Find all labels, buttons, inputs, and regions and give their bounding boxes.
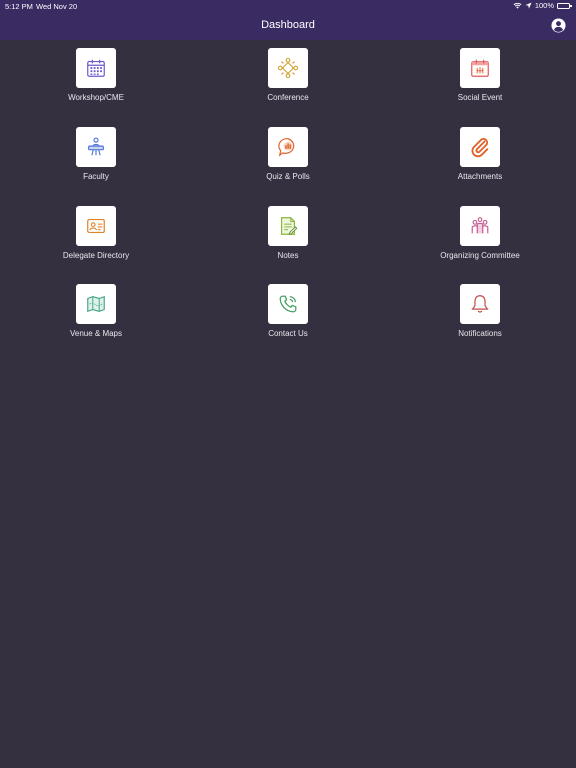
tile-label: Notes [277,251,299,260]
status-bar: 5:12 PM Wed Nov 20 100% [0,0,576,12]
profile-icon[interactable] [551,18,566,33]
tile-label: Contact Us [268,329,308,338]
tile-label: Conference [267,93,309,102]
tile-icon-box [460,48,500,88]
paperclip-icon [471,138,489,158]
id-card-icon [87,218,105,234]
tile-faculty[interactable]: Faculty [36,127,156,181]
tile-social-event[interactable]: Social Event [420,48,540,102]
wifi-icon [513,2,522,9]
tile-delegate-directory[interactable]: Delegate Directory [36,206,156,260]
tile-label: Delegate Directory [62,251,130,260]
tile-label: Organizing Committee [440,251,520,260]
phone-icon [279,295,297,313]
tile-icon-box [76,284,116,324]
tile-conference[interactable]: Conference [228,48,348,102]
page-title: Dashboard [261,19,315,31]
tile-icon-box [268,127,308,167]
tile-icon-box [268,48,308,88]
faculty-lectern-icon [88,137,104,156]
tile-workshop-cme[interactable]: Workshop/CME [36,48,156,102]
tile-contact-us[interactable]: Contact Us [228,284,348,338]
committee-people-icon [471,217,489,234]
battery-icon [557,2,572,9]
tile-quiz-polls[interactable]: Quiz & Polls [228,127,348,181]
tile-label: Venue & Maps [69,329,123,338]
tile-icon-box [460,206,500,246]
conference-group-icon [277,57,299,79]
location-arrow-icon [525,2,532,9]
tile-label: Quiz & Polls [266,172,310,181]
tile-icon-box [268,206,308,246]
tile-label: Social Event [457,93,503,102]
tile-organizing-committee[interactable]: Organizing Committee [420,206,540,260]
calendar-icon [87,59,105,77]
tile-label: Attachments [457,172,503,181]
tile-venue-maps[interactable]: Venue & Maps [36,284,156,338]
bell-icon [471,295,489,313]
battery-percent: 100% [534,1,554,10]
nav-bar: Dashboard [0,12,576,40]
tile-icon-box [76,206,116,246]
tile-label: Notifications [458,329,502,338]
map-icon [87,295,105,313]
status-indicators: 100% [513,1,572,10]
tile-notifications[interactable]: Notifications [420,284,540,338]
tile-label: Workshop/CME [68,93,124,102]
tile-icon-box [460,127,500,167]
tile-icon-box [460,284,500,324]
notes-icon [280,217,298,235]
tile-icon-box [76,127,116,167]
status-date: Wed Nov 20 [36,2,78,11]
tile-icon-box [76,48,116,88]
tile-notes[interactable]: Notes [228,206,348,260]
poll-bubble-icon [278,138,295,157]
tile-attachments[interactable]: Attachments [420,127,540,181]
status-time: 5:12 PM [5,2,33,11]
tile-icon-box [268,284,308,324]
social-calendar-icon [471,59,489,77]
tile-label: Faculty [83,172,109,181]
